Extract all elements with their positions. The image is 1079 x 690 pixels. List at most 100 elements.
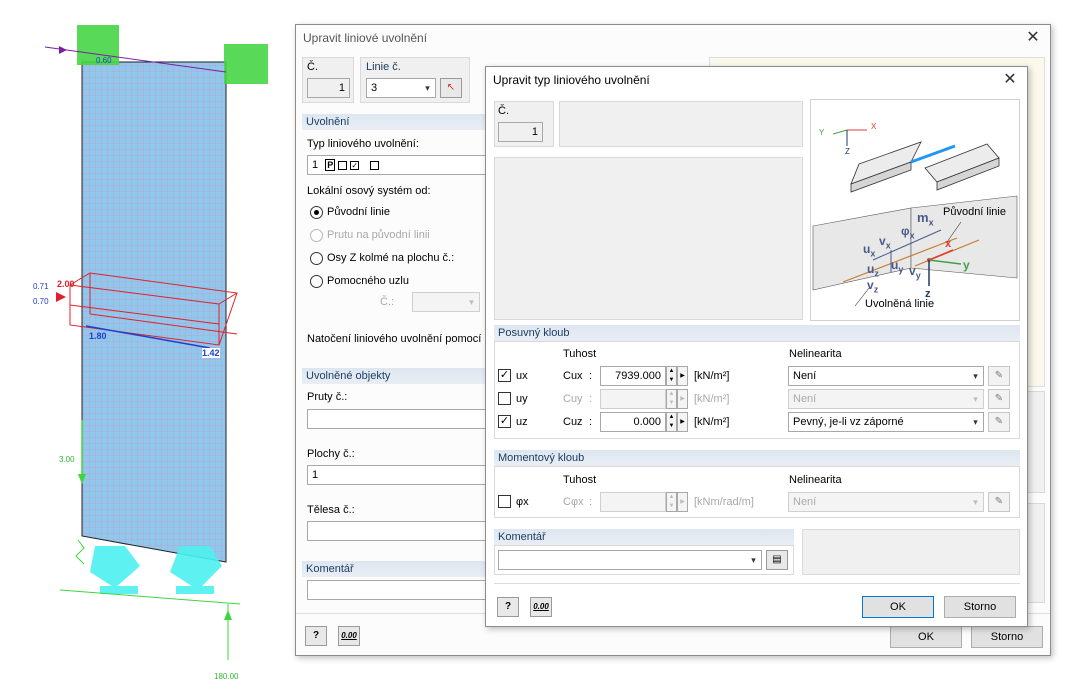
outer-comment-header: Komentář bbox=[302, 561, 492, 577]
outer-line-label: Linie č. bbox=[366, 61, 401, 73]
cuz-input[interactable]: 0.000 bbox=[600, 412, 666, 432]
nonlinearity-header: Nelinearita bbox=[789, 348, 842, 360]
inner-name-panel bbox=[559, 101, 803, 147]
ux-colon: : bbox=[589, 370, 593, 382]
outer-rotation-label: Natočení liniového uvolnění pomocí úh bbox=[307, 333, 497, 345]
inner-help-icon[interactable]: ? bbox=[497, 597, 519, 617]
solids-field[interactable] bbox=[307, 521, 492, 541]
pick-line-icon[interactable]: ↖ bbox=[440, 78, 462, 98]
diagram-vz-subscript: z bbox=[873, 284, 879, 295]
cuz-unit: [kN/m²] bbox=[694, 416, 730, 428]
uy-checkbox[interactable] bbox=[498, 392, 511, 405]
phix-colon: : bbox=[589, 496, 593, 508]
ux-nonlin-select[interactable]: Není ▾ bbox=[788, 366, 984, 386]
outer-comment-field[interactable] bbox=[307, 580, 492, 600]
diagram-uz: uz bbox=[867, 262, 879, 278]
diagram-local-y: y bbox=[963, 258, 970, 272]
cphix-arrow-icon[interactable]: ▶ bbox=[677, 492, 688, 512]
cuy-arrow-icon[interactable]: ▶ bbox=[677, 389, 688, 409]
uz-label: uz bbox=[516, 416, 528, 428]
uy-edit-icon[interactable]: ✎ bbox=[988, 389, 1010, 409]
solids-label: Tělesa č.: bbox=[307, 504, 355, 516]
uy-nonlin-select[interactable]: Není ▾ bbox=[788, 389, 984, 409]
radio-zaxis[interactable] bbox=[310, 252, 323, 265]
inner-ok-button[interactable]: OK bbox=[862, 596, 934, 618]
outer-ok-button[interactable]: OK bbox=[890, 626, 962, 648]
diagram-vz-symbol: v bbox=[867, 278, 874, 292]
outer-no-field[interactable]: 1 bbox=[307, 78, 350, 98]
diagram-uz-subscript: z bbox=[874, 268, 879, 279]
cphix-label: Cφx bbox=[563, 496, 584, 508]
cux-label: Cux bbox=[563, 370, 583, 382]
inner-cancel-button[interactable]: Storno bbox=[944, 596, 1016, 618]
moment-nonlinearity-header: Nelinearita bbox=[789, 474, 842, 486]
ux-edit-icon[interactable]: ✎ bbox=[988, 366, 1010, 386]
uz-checkbox[interactable]: ✓ bbox=[498, 415, 511, 428]
helper-no-select[interactable]: ▾ bbox=[412, 292, 480, 312]
outer-type-code: P bbox=[325, 159, 336, 171]
phix-checkbox[interactable] bbox=[498, 495, 511, 508]
cux-arrow-icon[interactable]: ▶ bbox=[677, 366, 688, 386]
diagram-released-line: Uvolněná linie bbox=[865, 298, 935, 310]
diagram-axis-z: Z bbox=[845, 147, 850, 156]
uz-edit-icon[interactable]: ✎ bbox=[988, 412, 1010, 432]
radio-member[interactable] bbox=[310, 229, 323, 242]
label-left-070: 0.70 bbox=[33, 297, 49, 306]
cphix-spinner-icon[interactable]: ▲ ▼ bbox=[666, 492, 677, 512]
cuy-spinner-icon[interactable]: ▲ ▼ bbox=[666, 389, 677, 409]
members-field[interactable] bbox=[307, 409, 492, 429]
cux-input[interactable]: 7939.000 bbox=[600, 366, 666, 386]
cuz-arrow-icon[interactable]: ▶ bbox=[677, 412, 688, 432]
diagram-local-z: z bbox=[925, 288, 931, 300]
diagram-phix-symbol: φ bbox=[901, 224, 910, 238]
phix-edit-icon[interactable]: ✎ bbox=[988, 492, 1010, 512]
cuz-spinner-icon[interactable]: ▲ ▼ bbox=[666, 412, 677, 432]
surfaces-field[interactable]: 1 bbox=[307, 465, 492, 485]
cuz-label: Cuz bbox=[563, 416, 583, 428]
diagram-mx-subscript: x bbox=[928, 217, 934, 228]
ux-label: ux bbox=[516, 370, 528, 382]
sliding-hinge-header: Posuvný kloub bbox=[494, 325, 1020, 341]
radio-member-label: Prutu na původní linii bbox=[327, 229, 430, 241]
radio-helper-label: Pomocného uzlu bbox=[327, 275, 409, 287]
outer-line-select[interactable]: 3 ▾ bbox=[366, 78, 436, 98]
outer-type-no: 1 bbox=[312, 159, 319, 171]
uz-nonlin-select[interactable]: Pevný, je-li vz záporné ▾ bbox=[788, 412, 984, 432]
inner-close-icon[interactable]: ✕ bbox=[999, 69, 1021, 91]
diagram-vy: vy bbox=[909, 264, 921, 280]
calculator-icon[interactable]: 0.00 bbox=[338, 626, 360, 646]
ux-checkbox[interactable]: ✓ bbox=[498, 369, 511, 382]
outer-cancel-button[interactable]: Storno bbox=[971, 626, 1043, 648]
radio-original-label: Původní linie bbox=[327, 206, 390, 218]
outer-close-icon[interactable]: ✕ bbox=[1022, 27, 1044, 49]
diagram-axis-x: X bbox=[871, 122, 877, 131]
radio-helper-node[interactable] bbox=[310, 275, 323, 288]
outer-type-select[interactable]: 1 P ✓ bbox=[307, 155, 492, 175]
radio-original-line[interactable] bbox=[310, 206, 323, 219]
help-icon[interactable]: ? bbox=[305, 626, 327, 646]
type-box2-icon bbox=[370, 160, 380, 170]
diagram-local-x: x bbox=[945, 238, 952, 250]
diagram-phix: φx bbox=[901, 224, 915, 240]
inner-no-field[interactable]: 1 bbox=[498, 122, 543, 142]
cux-spinner-icon[interactable]: ▲ ▼ bbox=[666, 366, 677, 386]
inner-comment-select[interactable]: ▾ bbox=[498, 550, 762, 570]
cuy-input[interactable] bbox=[600, 389, 666, 409]
moment-stiffness-header: Tuhost bbox=[563, 474, 597, 486]
label-top-left: 0.60 bbox=[96, 56, 112, 65]
inner-calculator-icon[interactable]: 0.00 bbox=[530, 597, 552, 617]
model-view[interactable]: 0.60 2.00 0.71 0.70 1.80 1.42 3.00 180.0… bbox=[0, 0, 295, 690]
chevron-down-icon: ▾ bbox=[973, 394, 978, 404]
inner-footer-line bbox=[494, 583, 1020, 584]
comment-library-icon[interactable]: ▤ bbox=[766, 550, 788, 570]
uy-nonlin-value: Není bbox=[793, 393, 817, 405]
phix-nonlin-select[interactable]: Není ▾ bbox=[788, 492, 984, 512]
cux-unit: [kN/m²] bbox=[694, 370, 730, 382]
outer-local-label: Lokální osový systém od: bbox=[307, 185, 431, 197]
label-bottom-180: 1.80 bbox=[89, 331, 107, 341]
hinge-top-right bbox=[224, 44, 268, 84]
label-force-18000: 180.00 bbox=[214, 672, 239, 681]
label-load-300: 3.00 bbox=[59, 455, 75, 464]
diagram-mx-symbol: m bbox=[917, 210, 929, 225]
cphix-input[interactable] bbox=[600, 492, 666, 512]
